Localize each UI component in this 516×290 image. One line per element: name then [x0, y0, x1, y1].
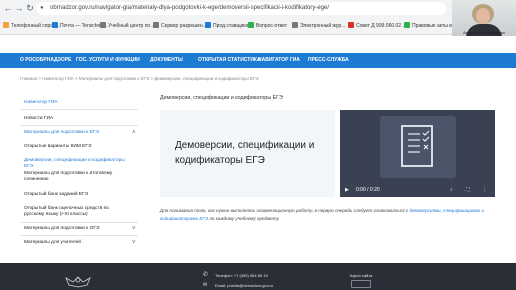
- sidebar-item-essay-materials[interactable]: Материалы для подготовки к итоговому соч…: [24, 171, 128, 183]
- nav-item-press[interactable]: ПРЕСС-СЛУЖБА: [308, 53, 349, 68]
- forward-icon[interactable]: →: [14, 3, 24, 13]
- bookmark-icon: [3, 22, 9, 28]
- breadcrumb[interactable]: Главная > Навигатор ГИА > Материалы для …: [20, 76, 259, 81]
- bookmark-icon: [348, 22, 354, 28]
- sidebar-item-gia-news[interactable]: Новости ГИА: [24, 116, 128, 122]
- chevron-down-icon[interactable]: ˅: [132, 240, 136, 246]
- bookmark-item[interactable]: Учебный центр по...: [100, 22, 154, 31]
- bookmark-item[interactable]: Электронный жур...: [292, 22, 345, 31]
- description-lead: Для понимания того, как нужно выполнять …: [160, 208, 409, 213]
- site-footer: ✆ Телефон: +7 (495) 984 89 19 ✉ Email: p…: [0, 263, 516, 290]
- sidebar-item-gia-navigator[interactable]: Навигатор ГИА: [24, 100, 128, 106]
- eagle-emblem-icon: [65, 276, 91, 288]
- chevron-up-icon[interactable]: ˄: [132, 130, 136, 136]
- sidebar-divider: [20, 109, 138, 110]
- back-icon[interactable]: ←: [3, 3, 13, 13]
- sidebar-divider: [20, 125, 138, 126]
- address-bar[interactable]: ● obrnadzor.gov.ru/navigator-gia/materia…: [36, 2, 446, 15]
- bookmark-icon: [404, 22, 410, 28]
- chevron-down-icon[interactable]: ˅: [132, 226, 136, 232]
- lock-icon: ●: [40, 5, 44, 11]
- bookmark-item[interactable]: Правовые акты в...: [404, 22, 456, 31]
- webcam-overlay: Анастасия Тимощенко: [452, 0, 516, 36]
- page-title: Демоверсии, спецификации и кодификаторы …: [160, 95, 283, 101]
- reload-icon[interactable]: ↻: [25, 3, 35, 13]
- address-row: ← → ↻ ● obrnadzor.gov.ru/navigator-gia/m…: [0, 0, 452, 17]
- nav-item-documents[interactable]: ДОКУМЕНТЫ: [150, 53, 183, 68]
- sidebar-item-ege-materials[interactable]: Материалы для подготовки к ЕГЭ: [24, 130, 128, 136]
- more-options-icon[interactable]: ⋮: [482, 187, 487, 193]
- sidebar-item-demoversions[interactable]: Демоверсии, спецификации и кодификаторы …: [24, 158, 128, 170]
- document-checklist-icon: [401, 125, 433, 167]
- volume-icon[interactable]: ♪: [450, 187, 453, 193]
- footer-sitemap[interactable]: Карта сайта: [350, 273, 372, 278]
- sidebar-divider: [20, 235, 138, 236]
- bookmark-icon: [248, 22, 254, 28]
- bookmarks-bar: Телефонный справ... Почта — Tenschen... …: [0, 18, 456, 34]
- bookmark-item[interactable]: Совет Д 999.060.02...: [348, 22, 405, 31]
- bookmark-icon: [205, 22, 211, 28]
- footer-email[interactable]: Email: poshta@obrnadzor.gov.ru: [215, 283, 273, 288]
- phone-icon: ✆: [203, 272, 209, 278]
- sidebar-item-teacher-materials[interactable]: Материалы для учителей: [24, 240, 128, 246]
- bookmark-icon: [100, 22, 106, 28]
- banner-title: Демоверсии, спецификации и кодификаторы …: [175, 140, 315, 166]
- nav-item-statistics[interactable]: ОТКРЫТАЯ СТАТИСТИКА: [198, 53, 261, 68]
- site-topnav: О РОСОБРНАДЗОРЕ ГОС. УСЛУГИ И ФУНКЦИИ ДО…: [0, 53, 516, 68]
- sidebar-divider: [20, 222, 138, 223]
- bookmark-item[interactable]: Почта — Tenschen...: [52, 22, 107, 31]
- description-text: Для понимания того, как нужно выполнять …: [160, 207, 496, 223]
- sidebar-item-russian-bank[interactable]: Открытый банк оценочных средств по русск…: [24, 206, 128, 218]
- bookmark-item[interactable]: Прод.ставщика: [205, 22, 249, 31]
- play-icon[interactable]: ▶: [345, 187, 349, 193]
- email-icon: ✉: [203, 282, 208, 288]
- address-text: obrnadzor.gov.ru/navigator-gia/materialy…: [50, 5, 330, 11]
- fullscreen-icon[interactable]: ⛶: [466, 187, 470, 193]
- nav-item-services[interactable]: ГОС. УСЛУГИ И ФУНКЦИИ: [76, 53, 140, 68]
- video-player[interactable]: ▶ 0:00 / 0:20 ♪ ⛶ ⋮: [340, 110, 495, 197]
- webcam-person-face: [476, 8, 490, 24]
- sidebar-item-oge-materials[interactable]: Материалы для подготовки к ОГЭ: [24, 226, 128, 232]
- video-thumbnail: [380, 116, 456, 178]
- nav-item-about[interactable]: О РОСОБРНАДЗОРЕ: [20, 53, 71, 68]
- webcam-caption: Анастасия Тимощенко: [463, 30, 505, 35]
- description-tail: по каждому учебному предмету: [209, 216, 279, 221]
- nav-item-gia-navigator[interactable]: НАВИГАТОР ГИА: [258, 53, 300, 68]
- video-controls: ▶ 0:00 / 0:20 ♪ ⛶ ⋮: [340, 183, 495, 197]
- bookmark-icon: [52, 22, 58, 28]
- sidebar-item-open-bank[interactable]: Открытый банк заданий ЕГЭ: [24, 192, 128, 198]
- browser-chrome: ← → ↻ ● obrnadzor.gov.ru/navigator-gia/m…: [0, 0, 516, 35]
- footer-phone: Телефон: +7 (495) 984 89 19: [215, 273, 268, 278]
- bookmark-icon: [292, 22, 298, 28]
- bookmark-item[interactable]: Вопрос-ответ: [248, 22, 287, 31]
- sidebar-item-open-kim[interactable]: Открытые варианты КИМ ЕГЭ: [24, 144, 128, 150]
- bookmark-item[interactable]: Сервер разрешен...: [153, 22, 207, 31]
- site-header: [0, 36, 516, 53]
- video-time: 0:00 / 0:20: [356, 187, 380, 193]
- bookmark-icon: [153, 22, 159, 28]
- footer-badge[interactable]: [351, 280, 371, 288]
